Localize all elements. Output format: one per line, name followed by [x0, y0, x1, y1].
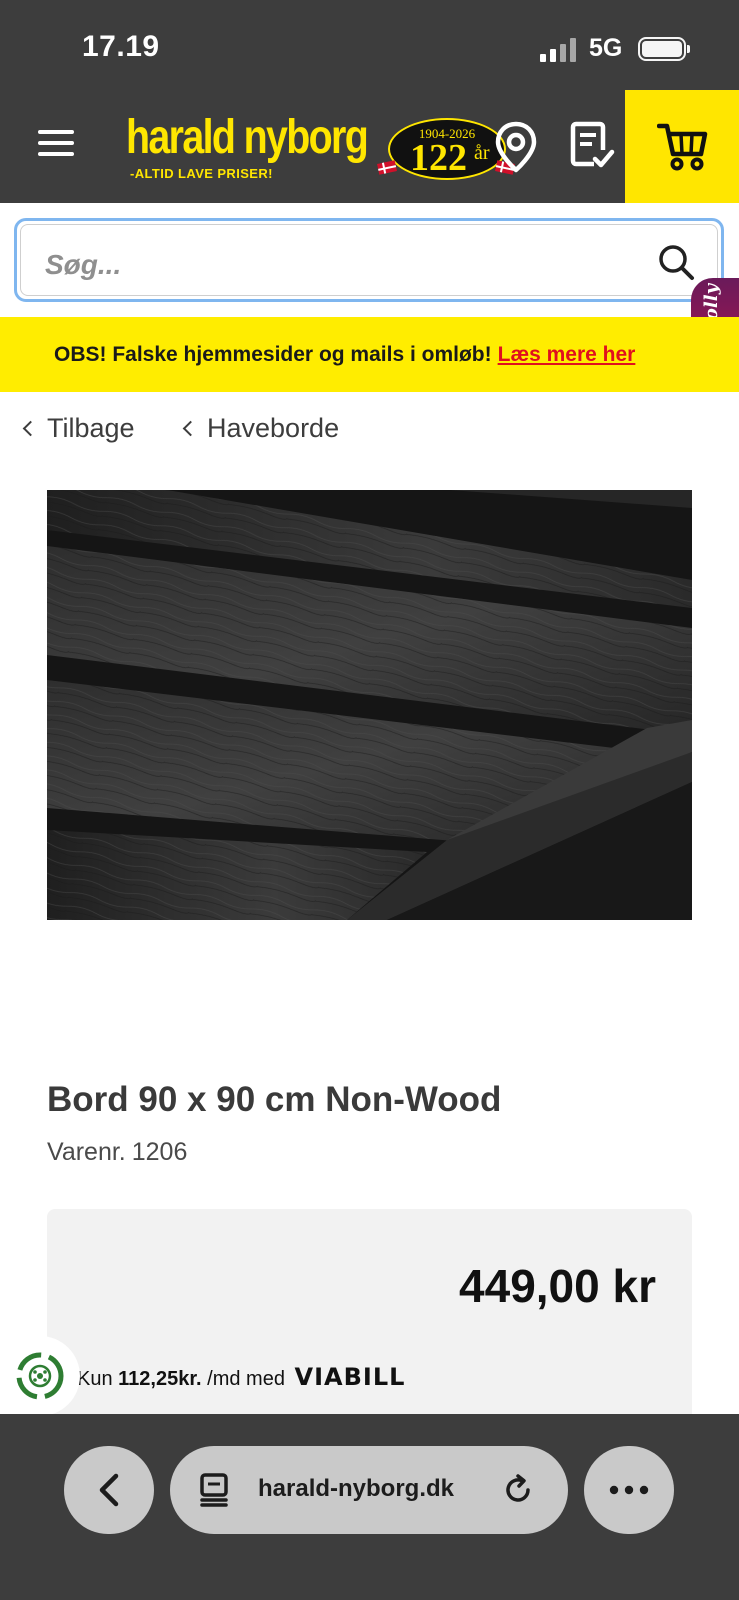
finance-prefix: Kun: [77, 1368, 113, 1390]
browser-back-button[interactable]: [64, 1446, 154, 1534]
tab-icon: [200, 1473, 228, 1507]
site-logo[interactable]: harald nyborg -ALTID LAVE PRISER!: [126, 108, 376, 188]
chevron-left-icon: [22, 420, 39, 437]
chevron-left-icon: [182, 420, 199, 437]
logo-name: harald nyborg: [126, 111, 369, 164]
product-title: Bord 90 x 90 cm Non-Wood: [47, 1080, 502, 1119]
search-icon[interactable]: [657, 243, 695, 281]
viabill-logo: VIABILL: [294, 1363, 406, 1391]
url-text: harald-nyborg.dk: [258, 1475, 455, 1502]
cart-button[interactable]: [625, 90, 739, 203]
logo-tagline: -ALTID LAVE PRISER!: [130, 166, 273, 181]
store-location-button[interactable]: [492, 120, 540, 173]
status-time: 17.19: [82, 30, 160, 63]
site-header: harald nyborg -ALTID LAVE PRISER! 1904-2…: [0, 90, 739, 203]
product-image[interactable]: [47, 490, 692, 920]
status-bar: 17.19 5G: [0, 0, 739, 90]
anniversary-unit: år: [474, 142, 490, 164]
product-sku: Varenr. 1206: [47, 1138, 187, 1167]
finance-amount: 112,25kr.: [118, 1368, 202, 1390]
browser-toolbar: harald-nyborg.dk: [0, 1414, 739, 1600]
search-field[interactable]: Søg...: [14, 218, 724, 302]
search-placeholder: Søg...: [45, 249, 122, 280]
flag-icon: [377, 160, 397, 175]
browser-more-button[interactable]: [584, 1446, 674, 1534]
notice-text: OBS! Falske hjemmesider og mails i omløb…: [54, 343, 492, 366]
back-link-label: Tilbage: [47, 413, 135, 443]
notice-banner: OBS! Falske hjemmesider og mails i omløb…: [0, 317, 739, 392]
store-location-icon: [495, 121, 537, 173]
price-box: 449,00 kr Kun 112,25kr. /md med VIABILL: [47, 1209, 692, 1429]
more-icon: [609, 1485, 649, 1495]
shopping-list-button[interactable]: [568, 120, 616, 172]
menu-icon: [38, 130, 74, 134]
recycle-icon: [16, 1352, 64, 1400]
shopping-list-icon: [570, 121, 615, 170]
sku-number: 1206: [131, 1138, 188, 1166]
menu-button[interactable]: [38, 128, 74, 158]
address-bar[interactable]: harald-nyborg.dk: [170, 1446, 568, 1534]
cart-icon: [657, 123, 708, 171]
search-input[interactable]: Søg...: [20, 224, 718, 296]
battery-icon: [638, 37, 690, 61]
network-label: 5G: [589, 34, 623, 62]
breadcrumb-category-label: Haveborde: [207, 413, 340, 443]
back-link[interactable]: Tilbage: [22, 413, 135, 444]
sku-label: Varenr.: [47, 1138, 126, 1166]
finance-suffix: /md med: [207, 1368, 285, 1390]
product-photo: [47, 490, 692, 920]
back-icon: [99, 1473, 119, 1507]
breadcrumb-category[interactable]: Haveborde: [182, 413, 339, 444]
signal-icon: [540, 38, 576, 62]
notice-link[interactable]: Læs mere her: [498, 343, 636, 366]
eco-badge-button[interactable]: [0, 1336, 80, 1416]
financing-info[interactable]: Kun 112,25kr. /md med VIABILL: [77, 1363, 405, 1391]
anniversary-badge: 1904-2026 122 år: [377, 118, 515, 180]
product-price: 449,00 kr: [459, 1260, 656, 1312]
anniversary-number: 122: [410, 137, 467, 179]
reload-icon[interactable]: [500, 1472, 536, 1508]
